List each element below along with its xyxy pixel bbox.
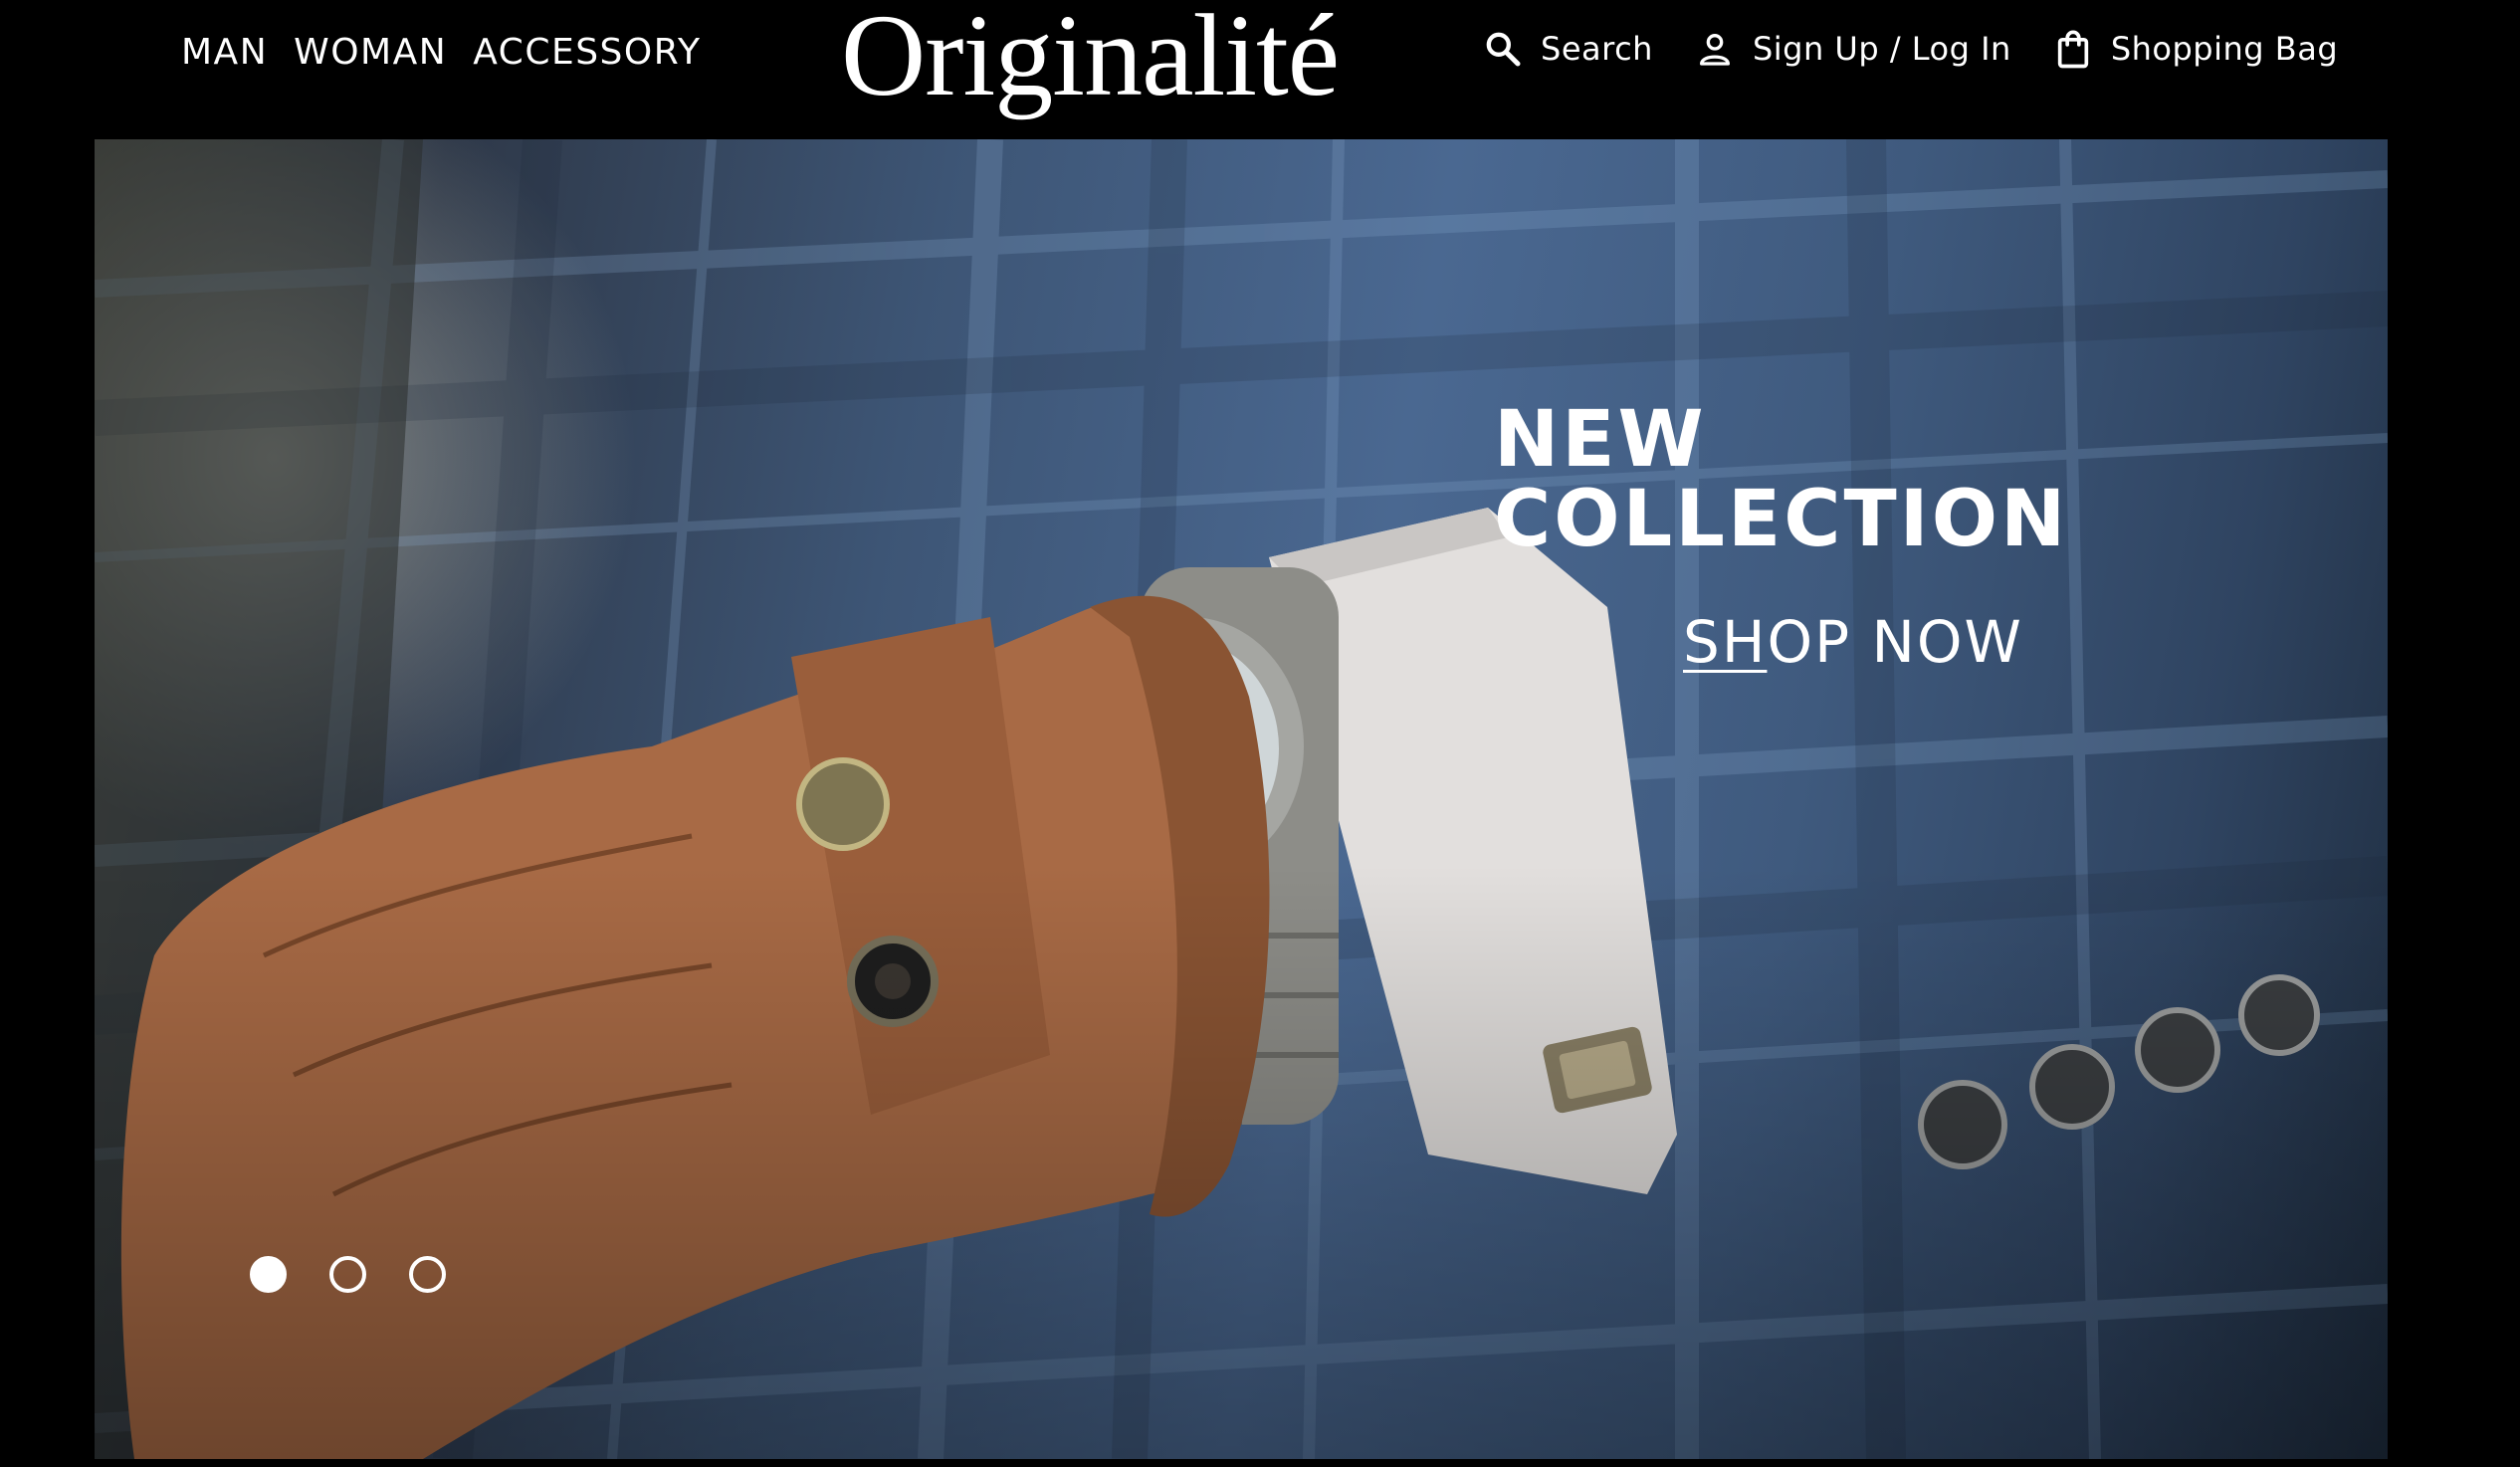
brand-logo[interactable]: Originalité [841, 0, 1340, 119]
account-button[interactable]: Sign Up / Log In [1695, 26, 2011, 72]
shopping-bag-icon [2053, 28, 2093, 70]
main-nav: MAN WOMAN ACCESSORY [181, 30, 701, 76]
page: MAN WOMAN ACCESSORY Originalité Search S… [0, 0, 2520, 1467]
user-icon [1695, 29, 1735, 69]
hero-title: NEW COLLECTION [1494, 400, 2191, 559]
shop-now-underlined: SH [1683, 608, 1768, 676]
hero-title-line-1: NEW [1494, 395, 1707, 485]
nav-accessory[interactable]: ACCESSORY [473, 30, 701, 76]
hero-title-line-2: COLLECTION [1494, 475, 2069, 564]
utility-nav: Search Sign Up / Log In Shopping Bag [1483, 26, 2338, 72]
nav-woman[interactable]: WOMAN [294, 30, 447, 76]
account-label: Sign Up / Log In [1752, 30, 2011, 68]
carousel-dot-1[interactable] [250, 1256, 287, 1293]
search-button[interactable]: Search [1483, 26, 1653, 72]
shopping-bag-button[interactable]: Shopping Bag [2053, 26, 2338, 72]
shopping-bag-label: Shopping Bag [2110, 30, 2339, 68]
carousel-dot-2[interactable] [329, 1256, 366, 1293]
shop-now-link[interactable]: SHOP NOW [1683, 607, 2101, 677]
carousel-pagination [250, 1256, 446, 1293]
search-icon [1483, 29, 1523, 69]
shop-now-rest: OP NOW [1767, 608, 2023, 676]
site-header: MAN WOMAN ACCESSORY Originalité Search S… [0, 0, 2520, 139]
search-label: Search [1541, 30, 1653, 68]
carousel-dot-3[interactable] [409, 1256, 446, 1293]
hero-carousel: NEW COLLECTION SHOP NOW [95, 139, 2388, 1459]
nav-man[interactable]: MAN [181, 30, 268, 76]
